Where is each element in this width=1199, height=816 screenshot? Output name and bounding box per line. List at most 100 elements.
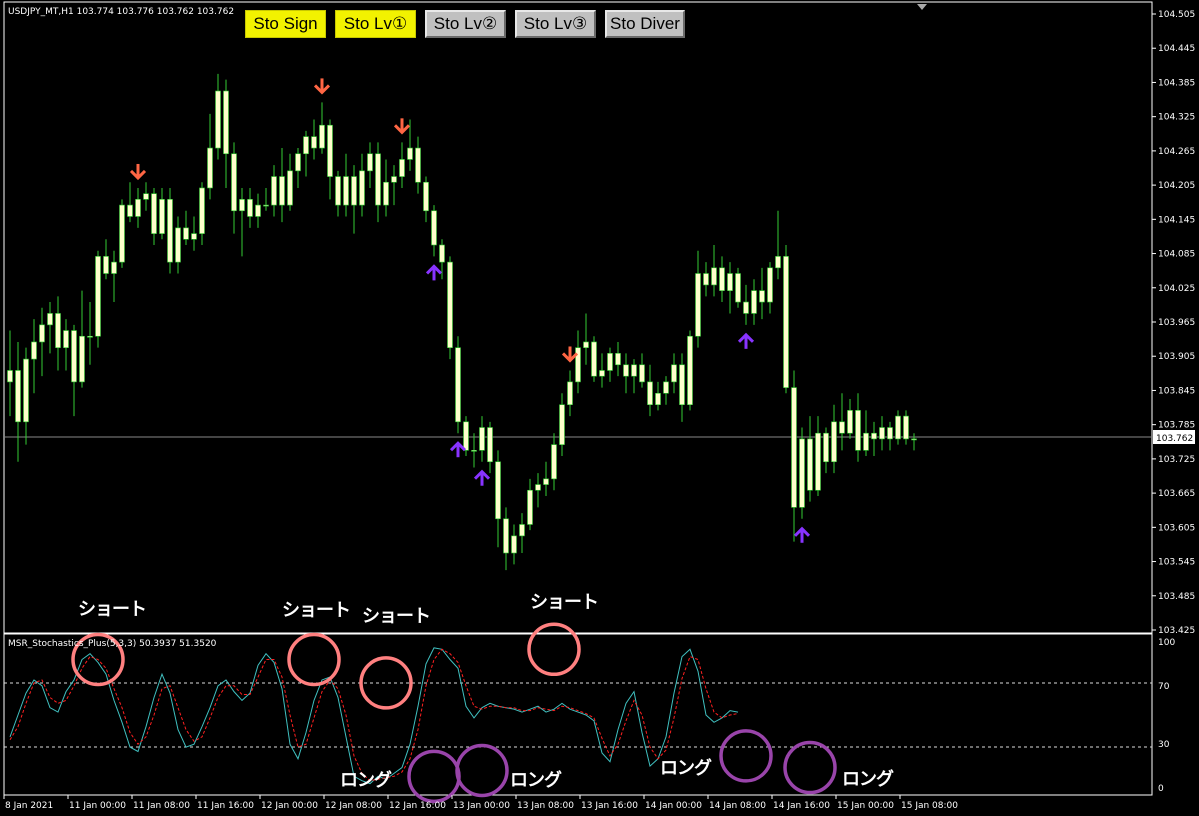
candle-body	[7, 370, 13, 383]
candle-body	[735, 273, 741, 303]
candle-body	[447, 261, 453, 348]
sto-diver-button[interactable]: Sto Diver	[605, 10, 685, 38]
time-tick-label: 13 Jan 08:00	[517, 801, 574, 811]
sto-lv3-button[interactable]: Sto Lv③	[515, 10, 596, 38]
candle-body	[895, 415, 901, 440]
candle-body	[95, 256, 101, 337]
short-annotation-2: ショート	[282, 600, 351, 621]
price-tick-label: 103.665	[1158, 489, 1195, 499]
sto-sign-button[interactable]: Sto Sign	[245, 10, 326, 38]
sell-arrow-icon	[313, 78, 331, 95]
candle-body	[679, 364, 685, 406]
long-circle-4	[783, 740, 837, 795]
buy-arrow-icon	[473, 469, 491, 486]
short-annotation-3: ショート	[362, 606, 431, 627]
candle-body	[87, 335, 93, 338]
candle-body	[303, 136, 309, 155]
candle-body	[383, 181, 389, 206]
candles-layer	[7, 73, 917, 571]
sto-lv2-button[interactable]: Sto Lv②	[425, 10, 506, 38]
short-annotation-1: ショート	[78, 599, 147, 620]
long-annotation-1: ロング	[340, 770, 392, 791]
candle-body	[855, 410, 861, 451]
candle-body	[711, 267, 717, 286]
candle-body	[47, 313, 53, 326]
candle-body	[295, 153, 301, 172]
candle-body	[863, 432, 869, 451]
sell-arrow-icon	[129, 163, 147, 181]
candle-body	[327, 124, 333, 177]
time-tick-label: 12 Jan 16:00	[389, 801, 446, 811]
candle-body	[351, 176, 357, 206]
candle-body	[375, 153, 381, 206]
long-circle-2	[455, 743, 509, 798]
candle-body	[439, 244, 445, 263]
sell-arrow-icon	[393, 118, 411, 135]
buy-arrow-icon	[793, 526, 811, 543]
candle-body	[103, 256, 109, 274]
candle-body	[607, 353, 613, 371]
short-circle-3	[359, 656, 413, 710]
chart-window[interactable]: 104.505 104.445 104.385 104.325 104.265 104.2…	[0, 0, 1199, 816]
candle-body	[535, 484, 541, 491]
signal-arrows-layer	[129, 78, 811, 543]
candle-body	[639, 364, 645, 383]
candle-body	[127, 204, 133, 217]
candle-body	[215, 90, 221, 149]
candle-body	[311, 136, 317, 149]
candle-body	[463, 421, 469, 451]
candle-body	[647, 381, 653, 406]
candle-body	[335, 176, 341, 206]
buy-arrow-icon	[449, 441, 467, 458]
candle-body	[527, 489, 533, 525]
time-tick-label: 11 Jan 08:00	[133, 801, 190, 811]
sto-lv1-button[interactable]: Sto Lv①	[335, 10, 416, 38]
candle-body	[319, 124, 325, 149]
candle-body	[423, 181, 429, 212]
osc-tick-label: 70	[1158, 682, 1170, 692]
candle-body	[503, 518, 509, 554]
candle-body	[279, 176, 285, 206]
candle-body	[31, 341, 37, 360]
candle-body	[223, 90, 229, 155]
candle-body	[407, 147, 413, 160]
buy-arrow-icon	[425, 264, 443, 281]
chart-shift-marker-icon[interactable]	[917, 4, 927, 10]
long-circle-1	[407, 749, 461, 804]
candle-body	[167, 199, 173, 263]
candle-body	[727, 273, 733, 291]
annotation-circles-layer	[71, 622, 837, 804]
candle-body	[783, 256, 789, 388]
long-annotation-4: ロング	[842, 769, 894, 790]
price-tick-label: 104.505	[1158, 10, 1195, 20]
candle-body	[695, 273, 701, 337]
candle-body	[15, 370, 21, 423]
candle-body	[543, 478, 549, 485]
candle-body	[55, 313, 61, 348]
candle-body	[271, 176, 277, 206]
symbol-info-label: USDJPY_MT,H1 103.774 103.776 103.762 103…	[8, 7, 234, 17]
time-tick-label: 14 Jan 08:00	[709, 801, 766, 811]
candle-body	[631, 364, 637, 377]
candle-body	[255, 204, 261, 217]
price-tick-label: 103.485	[1158, 592, 1195, 602]
candle-body	[871, 432, 877, 440]
candle-body	[71, 330, 77, 383]
candle-body	[143, 193, 149, 200]
candle-body	[719, 267, 725, 291]
short-circle-4	[527, 622, 581, 677]
sell-arrow-icon	[561, 346, 579, 363]
candle-body	[79, 335, 85, 383]
candle-body	[151, 193, 157, 234]
chart-canvas[interactable]: 104.505 104.445 104.385 104.325 104.265 104.2…	[0, 0, 1199, 816]
candle-body	[487, 427, 493, 463]
candle-body	[135, 199, 141, 217]
candle-body	[671, 364, 677, 383]
osc-tick-label: 30	[1158, 740, 1170, 750]
time-tick-label: 8 Jan 2021	[5, 801, 53, 811]
candle-body	[767, 267, 773, 303]
candle-body	[471, 450, 477, 452]
candle-body	[583, 341, 589, 348]
candle-body	[815, 432, 821, 491]
candle-body	[799, 438, 805, 508]
